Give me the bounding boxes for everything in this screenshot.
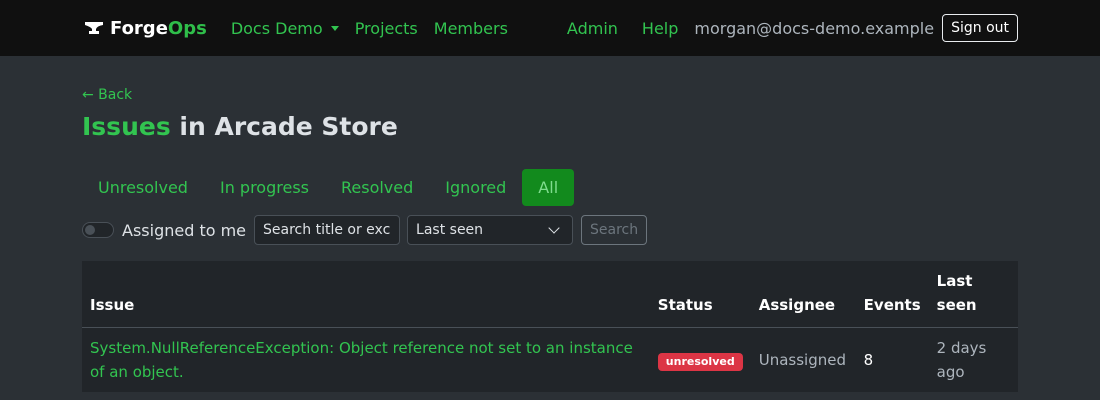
table-header-row: Issue Status Assignee Events Last seen bbox=[82, 261, 1018, 328]
column-header-issue: Issue bbox=[82, 261, 650, 328]
page-title: Issues in Arcade Store bbox=[82, 112, 1018, 141]
caret-down-icon bbox=[330, 25, 339, 31]
table-row: System.NullReferenceException: Object re… bbox=[82, 328, 1018, 393]
sort-select[interactable]: Last seen bbox=[407, 215, 574, 245]
toggle-knob bbox=[85, 225, 95, 235]
page-title-accent: Issues bbox=[82, 112, 171, 141]
back-link[interactable]: ← Back bbox=[82, 87, 132, 103]
org-dropdown-label: Docs Demo bbox=[230, 18, 323, 38]
chevron-down-icon bbox=[548, 222, 560, 234]
status-badge: unresolved bbox=[657, 353, 743, 371]
issue-cell: System.NullReferenceException: Object re… bbox=[82, 328, 650, 393]
main-content: ← Back Issues in Arcade Store Unresolved… bbox=[0, 56, 1100, 392]
assigned-to-me-toggle[interactable] bbox=[82, 222, 114, 238]
org-dropdown[interactable]: Docs Demo bbox=[231, 19, 339, 38]
search-input[interactable] bbox=[254, 215, 401, 245]
brand-logo[interactable]: ForgeOps bbox=[84, 18, 207, 39]
search-button[interactable]: Search bbox=[581, 215, 648, 245]
anvil-icon bbox=[85, 22, 103, 34]
user-email: morgan@docs-demo.example bbox=[694, 18, 935, 38]
last-seen-cell: 2 days ago bbox=[936, 339, 987, 381]
nav-help-link[interactable]: Help bbox=[642, 19, 678, 38]
column-header-status: Status bbox=[649, 261, 751, 328]
sort-select-value: Last seen bbox=[416, 222, 484, 238]
column-header-last-seen: Last seen bbox=[928, 261, 1018, 328]
assigned-to-me-label: Assigned to me bbox=[122, 220, 247, 240]
column-header-assignee: Assignee bbox=[750, 261, 856, 328]
tab-unresolved[interactable]: Unresolved bbox=[82, 169, 204, 206]
nav-members-link[interactable]: Members bbox=[434, 19, 508, 38]
status-tabs: Unresolved In progress Resolved Ignored … bbox=[82, 169, 1018, 206]
top-navbar: ForgeOps Docs Demo Projects Members Admi… bbox=[0, 0, 1100, 56]
tab-in-progress[interactable]: In progress bbox=[204, 169, 325, 206]
column-header-events: Events bbox=[855, 261, 929, 328]
brand-name-part1: Forge bbox=[110, 17, 168, 39]
tab-ignored[interactable]: Ignored bbox=[429, 169, 522, 206]
page-title-project: in Arcade Store bbox=[170, 112, 398, 141]
issue-title-link[interactable]: System.NullReferenceException: Object re… bbox=[90, 339, 633, 381]
nav-admin-link[interactable]: Admin bbox=[567, 19, 618, 38]
nav-projects-link[interactable]: Projects bbox=[355, 19, 418, 38]
filter-bar: Assigned to me Last seen Search bbox=[82, 215, 1018, 245]
tab-resolved[interactable]: Resolved bbox=[325, 169, 429, 206]
events-cell: 8 bbox=[863, 351, 874, 369]
sign-out-button[interactable]: Sign out bbox=[942, 14, 1018, 42]
status-cell: unresolved bbox=[650, 328, 751, 393]
issues-table: Issue Status Assignee Events Last seen S… bbox=[82, 261, 1018, 392]
brand-name-part2: Ops bbox=[167, 17, 207, 39]
assignee-cell: Unassigned bbox=[758, 351, 846, 369]
tab-all[interactable]: All bbox=[522, 169, 575, 206]
